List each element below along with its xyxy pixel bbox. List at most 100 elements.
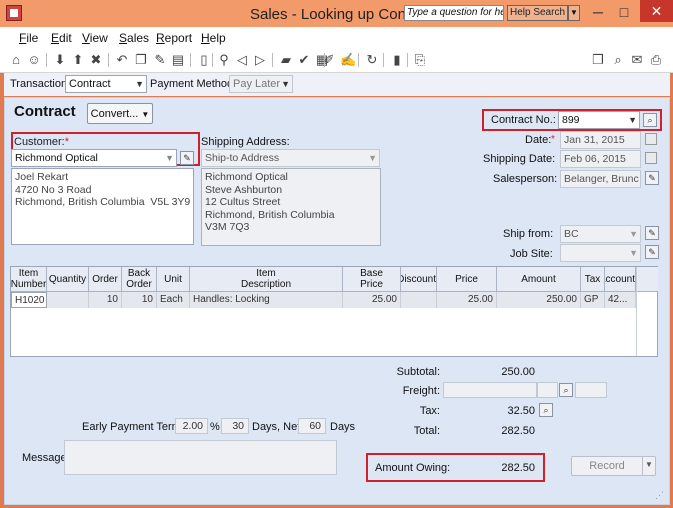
freight-input[interactable] — [443, 382, 537, 398]
payment-method-select[interactable]: Pay Later ▼ — [229, 75, 293, 93]
date-input[interactable]: Jan 31, 2015 — [560, 131, 641, 149]
shipping-date-input[interactable]: Feb 06, 2015 — [560, 150, 641, 168]
col-quantity[interactable]: Quantity — [47, 267, 89, 292]
freight-tax-amount[interactable] — [575, 382, 607, 398]
grid-divider — [636, 267, 637, 356]
attach-icon[interactable]: ⎘ — [412, 52, 428, 68]
tax-lookup-icon[interactable]: ⌕ — [539, 403, 553, 417]
help-search-button[interactable]: Help Search — [507, 5, 568, 21]
calendar-icon[interactable] — [645, 133, 657, 145]
lock-icon[interactable]: ▯ — [196, 52, 212, 68]
check-icon[interactable]: ✔ — [296, 52, 312, 68]
col-tax[interactable]: Tax — [581, 267, 605, 292]
cell-unit[interactable]: Each — [157, 292, 190, 308]
net-days-input[interactable]: 60 — [298, 418, 326, 434]
cell-amount[interactable]: 250.00 — [497, 292, 581, 308]
upload-icon[interactable]: ⬆ — [70, 52, 86, 68]
edit-icon[interactable]: ✐ — [321, 52, 337, 68]
close-button[interactable]: ✕ — [640, 0, 673, 22]
salesperson-select[interactable]: Belanger, Brunc — [560, 170, 641, 188]
discount-percent-input[interactable]: 2.00 — [175, 418, 208, 434]
folder-icon[interactable]: ▰ — [278, 52, 294, 68]
menu-report[interactable]: Report — [156, 31, 192, 45]
windows-icon[interactable]: ❒ — [590, 52, 606, 68]
cell-discount[interactable] — [401, 292, 437, 308]
col-description[interactable]: Item Description — [190, 267, 343, 292]
next-icon[interactable]: ▷ — [252, 52, 268, 68]
col-base-price[interactable]: Base Price — [343, 267, 401, 292]
discount-days-input[interactable]: 30 — [221, 418, 249, 434]
col-unit[interactable]: Unit — [157, 267, 190, 292]
home-icon[interactable]: ⌂ — [8, 52, 24, 68]
contract-lookup-icon[interactable]: ⌕ — [643, 113, 657, 127]
record-button[interactable]: Record ▼ — [571, 456, 656, 476]
email-icon[interactable]: ✉ — [629, 52, 645, 68]
transaction-select[interactable]: Contract ▼ — [65, 75, 147, 93]
customer-value: Richmond Optical — [15, 152, 98, 164]
delete-icon[interactable]: ✖ — [88, 52, 104, 68]
cell-back-order[interactable]: 10 — [122, 292, 157, 308]
menu-sales[interactable]: Sales — [119, 31, 149, 45]
shipping-address-select[interactable]: Ship-to Address ▼ — [201, 149, 380, 167]
freight-tax-input[interactable] — [537, 382, 558, 398]
copy-icon[interactable]: ❐ — [133, 52, 149, 68]
convert-button[interactable]: Convert... ▼ — [87, 103, 153, 124]
device-icon[interactable]: ▮ — [389, 52, 405, 68]
menu-file[interactable]: File — [19, 31, 38, 45]
paste-icon[interactable]: ▤ — [170, 52, 186, 68]
calendar-icon[interactable] — [645, 152, 657, 164]
shipping-address-box[interactable]: Richmond Optical Steve Ashburton 12 Cult… — [201, 168, 381, 246]
customer-edit-icon[interactable]: ✎ — [180, 151, 194, 165]
date-required-mark: * — [551, 134, 555, 145]
help-question-input[interactable]: Type a question for help — [404, 5, 504, 21]
col-blank — [636, 267, 658, 292]
col-price[interactable]: Price — [437, 267, 497, 292]
cell-quantity[interactable] — [47, 292, 89, 308]
job-site-select[interactable]: ▼ — [560, 244, 641, 262]
chevron-down-icon: ▼ — [165, 153, 174, 163]
message-input[interactable] — [64, 440, 337, 475]
days-net-label: Days, Net — [252, 421, 301, 433]
col-order[interactable]: Order — [89, 267, 122, 292]
menu-edit[interactable]: Edit — [51, 31, 72, 45]
col-back-order[interactable]: Back Order — [122, 267, 157, 292]
cell-description[interactable]: Handles: Locking — [190, 292, 343, 308]
fill-icon[interactable]: ✎ — [152, 52, 168, 68]
menu-view[interactable]: View — [82, 31, 108, 45]
chevron-down-icon[interactable]: ▼ — [645, 460, 653, 469]
save-icon[interactable]: ⬇ — [52, 52, 68, 68]
lookup-icon[interactable]: ⚲ — [216, 52, 232, 68]
cell-tax[interactable]: GP — [581, 292, 605, 308]
people-icon[interactable]: ☺ — [26, 52, 42, 68]
toolbar-separator — [46, 53, 47, 67]
cell-account[interactable]: 42... — [605, 292, 636, 308]
previous-icon[interactable]: ◁ — [234, 52, 250, 68]
message-label: Message: — [22, 452, 70, 464]
cell-item-number[interactable]: H1020 — [11, 292, 47, 308]
refresh-icon[interactable]: ↻ — [364, 52, 380, 68]
cell-order[interactable]: 10 — [89, 292, 122, 308]
cell-base-price[interactable]: 25.00 — [343, 292, 401, 308]
ship-from-select[interactable]: BC ▼ — [560, 225, 641, 243]
salesperson-edit-icon[interactable]: ✎ — [645, 171, 659, 185]
undo-icon[interactable]: ↶ — [114, 52, 130, 68]
job-site-edit-icon[interactable]: ✎ — [645, 245, 659, 259]
customer-select[interactable]: Richmond Optical ▼ — [11, 149, 177, 167]
col-discount[interactable]: Discount — [401, 267, 437, 292]
note-icon[interactable]: ✍ — [340, 52, 356, 68]
col-account[interactable]: Account — [605, 267, 636, 292]
contract-no-input[interactable]: 899 ▼ — [558, 111, 640, 129]
minimize-button[interactable]: ─ — [586, 2, 610, 22]
resize-grip-icon[interactable]: ⋰ — [655, 490, 664, 501]
menu-help[interactable]: Help — [201, 31, 226, 45]
freight-lookup-icon[interactable]: ⌕ — [559, 383, 573, 397]
col-amount[interactable]: Amount — [497, 267, 581, 292]
maximize-button[interactable]: □ — [612, 2, 636, 22]
ship-from-edit-icon[interactable]: ✎ — [645, 226, 659, 240]
print-icon[interactable]: ⎙ — [648, 52, 664, 68]
col-item-number[interactable]: Item Number — [11, 267, 47, 292]
search-doc-icon[interactable]: ⌕ — [610, 52, 626, 68]
customer-address[interactable]: Joel Rekart 4720 No 3 Road Richmond, Bri… — [11, 168, 194, 245]
cell-price[interactable]: 25.00 — [437, 292, 497, 308]
help-search-dropdown-icon[interactable]: ▼ — [568, 5, 580, 21]
